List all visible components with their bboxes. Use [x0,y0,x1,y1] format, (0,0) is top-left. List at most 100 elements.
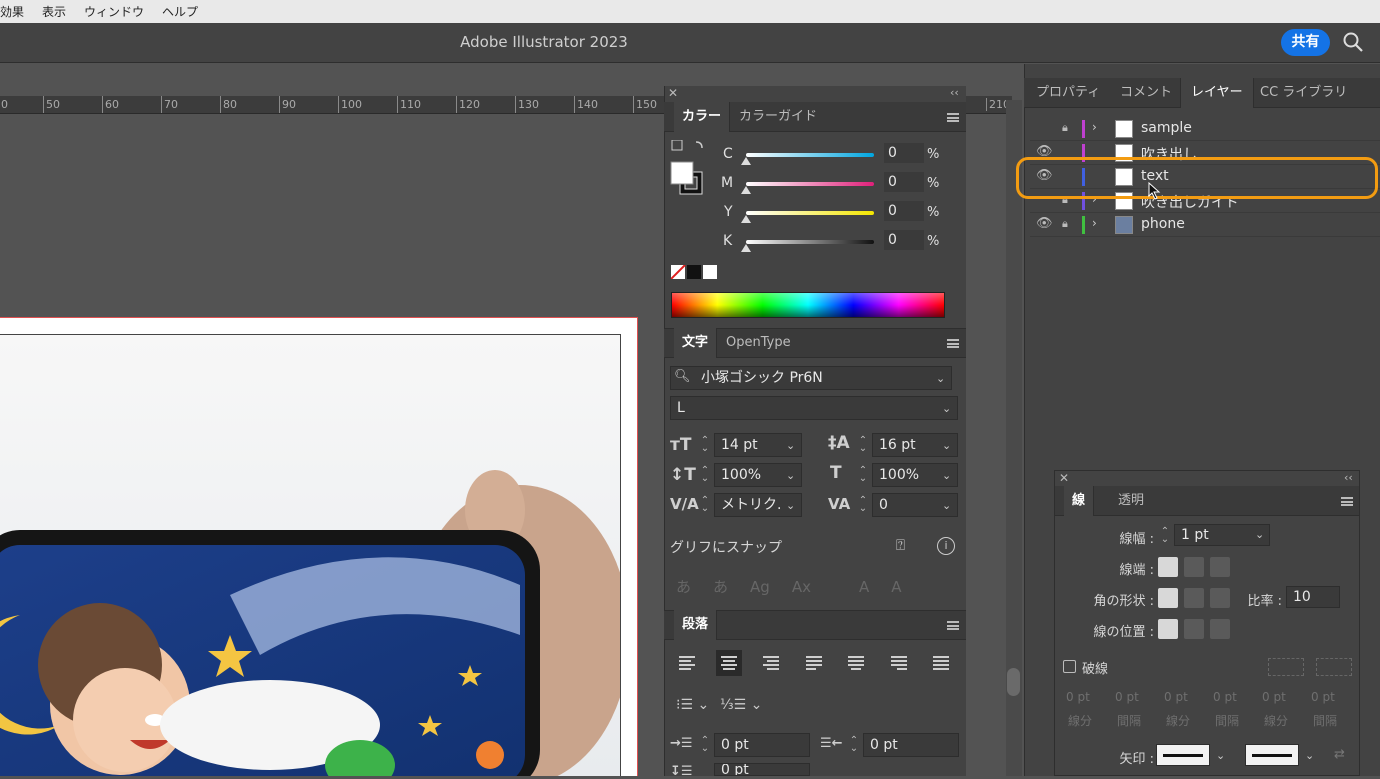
kerning-stepper[interactable]: ⌃ ⌄ [700,496,710,514]
right-indent-stepper[interactable]: ⌃ ⌄ [849,736,859,754]
snap-baseline-icon[interactable]: あ [676,578,691,596]
yellow-slider[interactable] [746,211,874,215]
panel-menu-icon[interactable] [947,113,959,122]
layer-row-phone[interactable]: 👁︎ 🔒︎ › phone [1030,213,1380,237]
yellow-slider-handle[interactable] [741,215,751,223]
snap-anchor-icon[interactable]: A [891,578,901,596]
tab-paragraph[interactable]: 段落 [674,610,718,640]
chevron-down-icon[interactable]: ⌄ [942,439,951,452]
magenta-slider-handle[interactable] [741,186,751,194]
snap-xheight-icon[interactable]: あ [713,578,728,596]
chevron-down-icon[interactable]: ⌄ [942,402,951,415]
glyph-icon[interactable]: ⍰ [896,536,905,554]
dash-2-field[interactable]: 0 pt [1164,690,1188,704]
projecting-cap-button[interactable] [1210,557,1230,577]
stroke-weight-stepper[interactable]: ⌃ ⌄ [1160,527,1170,545]
snap-glyph-bounds-icon[interactable]: Ag [750,578,770,596]
vertical-scale-stepper[interactable]: ⌃ ⌄ [700,466,710,484]
share-button[interactable]: 共有 [1281,29,1330,56]
chevron-down-icon[interactable]: ⌄ [1216,749,1225,762]
menu-help[interactable]: ヘルプ [162,3,198,20]
close-icon[interactable]: ✕ [1059,471,1069,485]
font-family-field[interactable]: 小塚ゴシック Pr6N [670,366,952,390]
tab-color-guide[interactable]: カラーガイド [739,102,817,132]
chevron-down-icon[interactable]: ⌄ [936,372,945,385]
lock-icon[interactable]: 🔒︎ [1062,217,1068,231]
info-icon[interactable]: i [937,537,955,555]
gap-2-field[interactable]: 0 pt [1213,690,1237,704]
black-slider-handle[interactable] [741,244,751,252]
tracking-stepper[interactable]: ⌃ ⌄ [858,496,868,514]
numbered-list-icon[interactable]: ⅓☰ ⌄ [720,697,762,713]
justify-right-button[interactable] [886,650,912,676]
align-center-stroke-button[interactable] [1158,619,1178,639]
menu-effect[interactable]: 効果 [0,3,24,20]
layer-row-sample[interactable]: 🔒︎ › sample [1030,117,1380,141]
expand-arrow-icon[interactable]: › [1092,120,1097,134]
tab-properties[interactable]: プロパティ [1036,78,1100,108]
panel-menu-icon[interactable] [1341,497,1353,506]
font-size-stepper[interactable]: ⌃ ⌄ [700,436,710,454]
font-style-field[interactable]: L [670,396,958,420]
black-slider[interactable] [746,240,874,244]
align-left-button[interactable] [674,650,700,676]
gap-1-field[interactable]: 0 pt [1115,690,1139,704]
arrowhead-end-select[interactable] [1245,744,1299,766]
yellow-value[interactable]: 0 [884,201,924,221]
eye-icon[interactable]: 👁︎ [1036,216,1053,231]
cyan-slider[interactable] [746,153,874,157]
arrowhead-start-select[interactable] [1156,744,1210,766]
chevron-down-icon[interactable]: ⌄ [786,499,795,512]
tab-character[interactable]: 文字 [674,328,718,358]
tab-cc-libraries[interactable]: CC ライブラリ [1260,78,1347,108]
horizontal-scale-stepper[interactable]: ⌃ ⌄ [858,466,868,484]
dash-align-corners-icon[interactable] [1268,658,1304,676]
right-indent-field[interactable]: 0 pt [863,733,959,757]
fill-stroke-swatch[interactable] [670,140,710,196]
tab-transparency[interactable]: 透明 [1118,486,1144,516]
align-center-button[interactable] [716,650,742,676]
color-spectrum[interactable] [671,292,945,318]
chevron-down-icon[interactable]: ⌄ [942,469,951,482]
tab-comments[interactable]: コメント [1120,78,1172,108]
tab-stroke[interactable]: 線 [1064,486,1095,516]
chevron-down-icon[interactable]: ⌄ [786,469,795,482]
dash-1-field[interactable]: 0 pt [1066,690,1090,704]
panel-menu-icon[interactable] [947,339,959,348]
bevel-join-button[interactable] [1210,588,1230,608]
dash-preserve-icon[interactable] [1316,658,1352,676]
gap-3-field[interactable]: 0 pt [1311,690,1335,704]
left-indent-stepper[interactable]: ⌃ ⌄ [700,736,710,754]
align-inside-stroke-button[interactable] [1184,619,1204,639]
justify-left-button[interactable] [801,650,827,676]
cyan-value[interactable]: 0 [884,143,924,163]
left-indent-field[interactable]: 0 pt [714,733,810,757]
round-join-button[interactable] [1184,588,1204,608]
lock-icon[interactable]: 🔒︎ [1062,121,1068,135]
expand-arrow-icon[interactable]: › [1092,216,1097,230]
quick-swatches[interactable] [671,265,717,279]
magenta-value[interactable]: 0 [884,172,924,192]
artwork-phone-photo[interactable] [0,335,620,776]
layer-name[interactable]: phone [1141,216,1185,232]
tab-color[interactable]: カラー [674,102,731,132]
scrollbar-thumb[interactable] [1007,668,1020,696]
dashed-line-checkbox[interactable] [1063,660,1076,673]
justify-center-button[interactable] [843,650,869,676]
align-right-button[interactable] [758,650,784,676]
justify-all-button[interactable] [928,650,954,676]
search-icon[interactable] [1343,32,1363,52]
dash-3-field[interactable]: 0 pt [1262,690,1286,704]
snap-proximity-icon[interactable]: Ax [792,578,811,596]
close-icon[interactable]: ✕ [668,86,678,100]
menu-view[interactable]: 表示 [42,3,66,20]
space-before-field[interactable]: 0 pt [714,763,810,776]
chevron-down-icon[interactable]: ⌄ [942,499,951,512]
chevron-down-icon[interactable]: ⌄ [786,439,795,452]
cyan-slider-handle[interactable] [741,157,751,165]
tab-layers[interactable]: レイヤー [1180,78,1254,108]
align-outside-stroke-button[interactable] [1210,619,1230,639]
layer-name[interactable]: sample [1141,120,1192,136]
miter-limit-field[interactable]: 10 [1286,586,1340,608]
menu-window[interactable]: ウィンドウ [84,3,144,20]
